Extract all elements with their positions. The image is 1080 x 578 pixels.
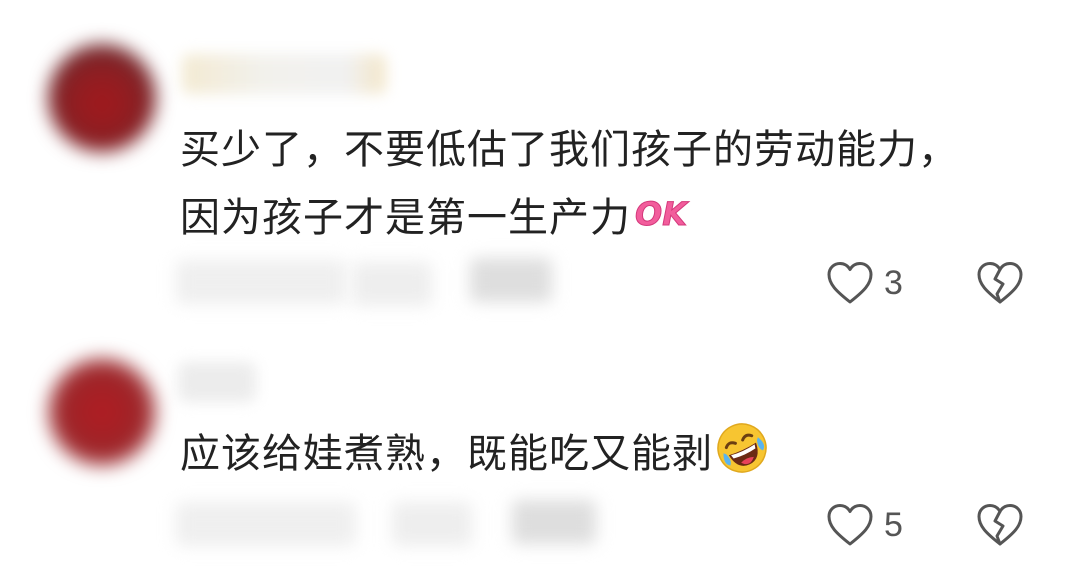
reply-button-blurred[interactable]	[512, 500, 596, 544]
comment-text: 买少了，不要低估了我们孩子的劳动能力，因为孩子才是第一生产力 OK	[180, 116, 980, 252]
like-button[interactable]: 3	[826, 255, 926, 311]
comment-meta-blurred	[352, 262, 432, 306]
reply-button-blurred[interactable]	[470, 258, 552, 302]
comment-body: 应该给娃煮熟，既能吃又能剥	[180, 431, 713, 477]
username-blurred[interactable]	[178, 362, 256, 402]
username-blurred[interactable]	[182, 54, 386, 94]
like-count: 5	[884, 506, 903, 544]
avatar[interactable]	[48, 44, 156, 152]
comment-body: 买少了，不要低估了我们孩子的劳动能力，因为孩子才是第一生产力	[180, 127, 959, 241]
comment-meta-blurred	[176, 260, 346, 304]
comment-meta-blurred	[392, 502, 472, 546]
dislike-button[interactable]	[972, 255, 1028, 311]
heart-icon	[827, 504, 873, 546]
dislike-button[interactable]	[972, 497, 1028, 553]
broken-heart-icon	[977, 262, 1023, 304]
ok-sticker-icon: OK	[635, 195, 688, 234]
broken-heart-icon	[977, 504, 1023, 546]
heart-icon	[827, 262, 873, 304]
avatar[interactable]	[48, 358, 156, 466]
like-count: 3	[884, 264, 903, 302]
like-button[interactable]: 5	[826, 497, 926, 553]
comment-text: 应该给娃煮熟，既能吃又能剥	[180, 420, 980, 488]
comment-meta-blurred	[176, 502, 356, 546]
rolling-laughing-emoji-icon	[715, 421, 769, 475]
